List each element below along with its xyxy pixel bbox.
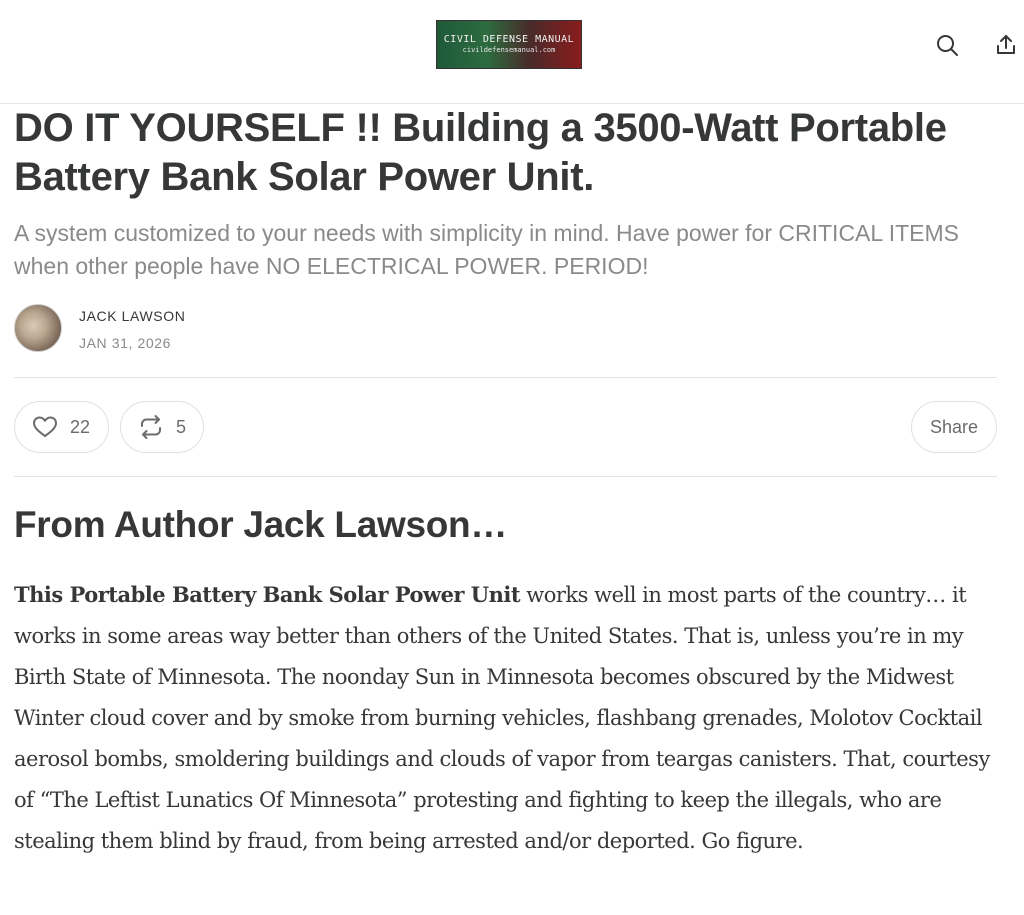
post-date: JAN 31, 2026 — [79, 335, 172, 351]
search-button[interactable] — [934, 32, 960, 58]
restack-icon — [141, 415, 161, 439]
share-button[interactable]: Share — [911, 401, 997, 453]
like-count: 22 — [70, 416, 91, 437]
share-label: Share — [929, 416, 979, 437]
author-avatar[interactable] — [14, 304, 62, 352]
paragraph-text: works well in most parts of the country…… — [14, 583, 990, 853]
byline: JACK LAWSON JAN 31, 2026 — [14, 303, 1004, 355]
post-title: DO IT YOURSELF !! Building a 3500-Watt P… — [14, 106, 947, 199]
top-bar: CIVIL DEFENSE MANUAL civildefensemanual.… — [0, 0, 1024, 104]
body-paragraph: This Portable Battery Bank Solar Power U… — [14, 574, 1009, 862]
logo-title: CIVIL DEFENSE MANUAL — [443, 34, 575, 45]
search-icon — [937, 35, 958, 56]
lead-bold-text: This Portable Battery Bank Solar Power U… — [14, 582, 521, 607]
like-button[interactable]: 22 — [14, 401, 109, 453]
bottom-fade — [0, 880, 1024, 915]
author-name[interactable]: JACK LAWSON — [79, 308, 185, 324]
share-icon-button[interactable] — [993, 32, 1019, 58]
heart-icon — [33, 416, 57, 437]
restack-button[interactable]: 5 — [120, 401, 204, 453]
share-upload-icon — [997, 35, 1015, 54]
post-subtitle: A system customized to your needs with s… — [14, 220, 960, 279]
logo-subtitle: civildefensemanual.com — [462, 46, 556, 54]
divider-top — [14, 377, 997, 378]
restack-count: 5 — [176, 416, 187, 437]
section-heading: From Author Jack Lawson… — [14, 504, 508, 545]
divider-bottom — [14, 476, 997, 477]
publication-logo[interactable]: CIVIL DEFENSE MANUAL civildefensemanual.… — [436, 20, 582, 69]
